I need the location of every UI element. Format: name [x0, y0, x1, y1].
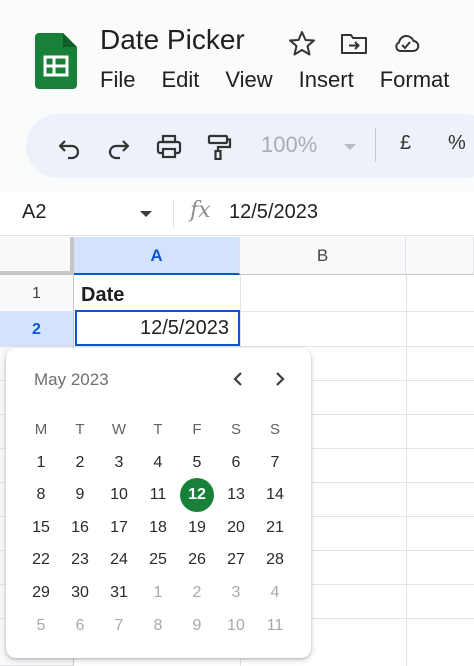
calendar-day[interactable]: 3	[221, 578, 251, 608]
toolbar-divider	[375, 128, 376, 162]
zoom-dropdown-icon[interactable]	[344, 144, 356, 150]
calendar-day[interactable]: 24	[104, 545, 134, 575]
calendar-day-selected[interactable]: 12	[180, 478, 214, 512]
formula-bar: A2 fx 12/5/2023	[0, 192, 474, 236]
toolbar-area: 100% £ %	[0, 110, 474, 192]
grid-line	[74, 346, 474, 347]
calendar-day[interactable]: 15	[26, 513, 56, 543]
date-picker-month-label: May 2023	[34, 370, 109, 389]
calendar-day[interactable]: 30	[65, 578, 95, 608]
calendar-day[interactable]: 6	[221, 448, 251, 478]
fx-icon: fx	[190, 198, 211, 223]
calendar-day[interactable]: 11	[260, 611, 290, 641]
weekday-header-fri: F	[192, 421, 202, 438]
menu-bar: File Edit View Insert Format	[100, 67, 474, 93]
undo-icon[interactable]	[56, 134, 82, 160]
calendar-day[interactable]: 17	[104, 513, 134, 543]
weekday-header-tue: T	[75, 421, 85, 438]
calendar-day[interactable]: 8	[26, 480, 56, 510]
calendar-day[interactable]: 31	[104, 578, 134, 608]
calendar-day[interactable]: 5	[182, 448, 212, 478]
formula-divider	[173, 200, 174, 228]
toolbar: 100% £ %	[26, 114, 474, 178]
redo-icon[interactable]	[106, 134, 132, 160]
calendar-day[interactable]: 7	[104, 611, 134, 641]
row-header-2[interactable]: 2	[0, 312, 74, 347]
calendar-day[interactable]: 19	[182, 513, 212, 543]
calendar-day[interactable]: 20	[221, 513, 251, 543]
menu-file[interactable]: File	[100, 67, 135, 93]
calendar-day[interactable]: 22	[26, 545, 56, 575]
column-header-a[interactable]: A	[74, 237, 240, 275]
column-header-b[interactable]: B	[240, 237, 406, 275]
weekday-header-sun: S	[269, 421, 280, 438]
menu-view[interactable]: View	[225, 67, 272, 93]
calendar-day[interactable]: 28	[260, 545, 290, 575]
cell-a2[interactable]: 12/5/2023	[140, 317, 229, 340]
calendar-day[interactable]: 6	[65, 611, 95, 641]
calendar-day[interactable]: 9	[182, 611, 212, 641]
calendar-day[interactable]: 14	[260, 480, 290, 510]
paint-format-icon[interactable]	[206, 134, 232, 160]
calendar-day[interactable]: 5	[26, 611, 56, 641]
zoom-select[interactable]: 100%	[261, 132, 317, 158]
formula-input[interactable]: 12/5/2023	[229, 201, 318, 224]
weekday-header-mon: M	[34, 421, 48, 438]
menu-format[interactable]: Format	[380, 67, 450, 93]
calendar-day[interactable]: 7	[260, 448, 290, 478]
format-percent-button[interactable]: %	[448, 132, 466, 155]
document-title[interactable]: Date Picker	[100, 24, 245, 56]
print-icon[interactable]	[156, 134, 182, 160]
move-to-folder-icon[interactable]	[340, 30, 368, 56]
name-box[interactable]: A2	[22, 201, 46, 224]
calendar-day[interactable]: 23	[65, 545, 95, 575]
calendar-day[interactable]: 11	[143, 480, 173, 510]
calendar-day[interactable]: 1	[143, 578, 173, 608]
calendar-day[interactable]: 25	[143, 545, 173, 575]
weekday-header-wed: W	[111, 421, 127, 438]
grid-line	[406, 275, 407, 666]
name-box-dropdown-icon[interactable]	[140, 211, 152, 217]
select-all-corner[interactable]	[0, 237, 74, 275]
next-month-icon[interactable]	[268, 368, 290, 390]
calendar-day[interactable]: 4	[260, 578, 290, 608]
calendar-day[interactable]: 2	[65, 448, 95, 478]
column-header-c[interactable]	[406, 237, 474, 275]
menu-insert[interactable]: Insert	[299, 67, 354, 93]
previous-month-icon[interactable]	[228, 368, 250, 390]
calendar-day[interactable]: 10	[104, 480, 134, 510]
calendar-day[interactable]: 3	[104, 448, 134, 478]
format-currency-button[interactable]: £	[400, 132, 411, 155]
cloud-saved-icon[interactable]	[392, 30, 420, 56]
calendar-day[interactable]: 21	[260, 513, 290, 543]
date-picker-popup: May 2023 M T W T F S S 1 2 3 4 5 6 7 8 9 10 11 12 13 14 15 16 1…	[6, 348, 311, 658]
calendar-day[interactable]: 27	[221, 545, 251, 575]
weekday-header-thu: T	[153, 421, 163, 438]
calendar-day[interactable]: 9	[65, 480, 95, 510]
calendar-day[interactable]: 4	[143, 448, 173, 478]
weekday-header-sat: S	[230, 421, 241, 438]
calendar-day[interactable]: 29	[26, 578, 56, 608]
calendar-day[interactable]: 13	[221, 480, 251, 510]
star-icon[interactable]	[288, 30, 316, 56]
calendar-day[interactable]: 16	[65, 513, 95, 543]
sheets-logo-icon[interactable]	[35, 33, 77, 89]
calendar-day[interactable]: 2	[182, 578, 212, 608]
row-header-1[interactable]: 1	[0, 275, 74, 312]
calendar-day[interactable]: 26	[182, 545, 212, 575]
calendar-day[interactable]: 8	[143, 611, 173, 641]
calendar-day[interactable]: 1	[26, 448, 56, 478]
calendar-day[interactable]: 18	[143, 513, 173, 543]
app-header: Date Picker File Edit View Insert Format	[0, 0, 474, 110]
calendar-day[interactable]: 10	[221, 611, 251, 641]
cell-a1[interactable]: Date	[81, 284, 124, 307]
menu-edit[interactable]: Edit	[161, 67, 199, 93]
